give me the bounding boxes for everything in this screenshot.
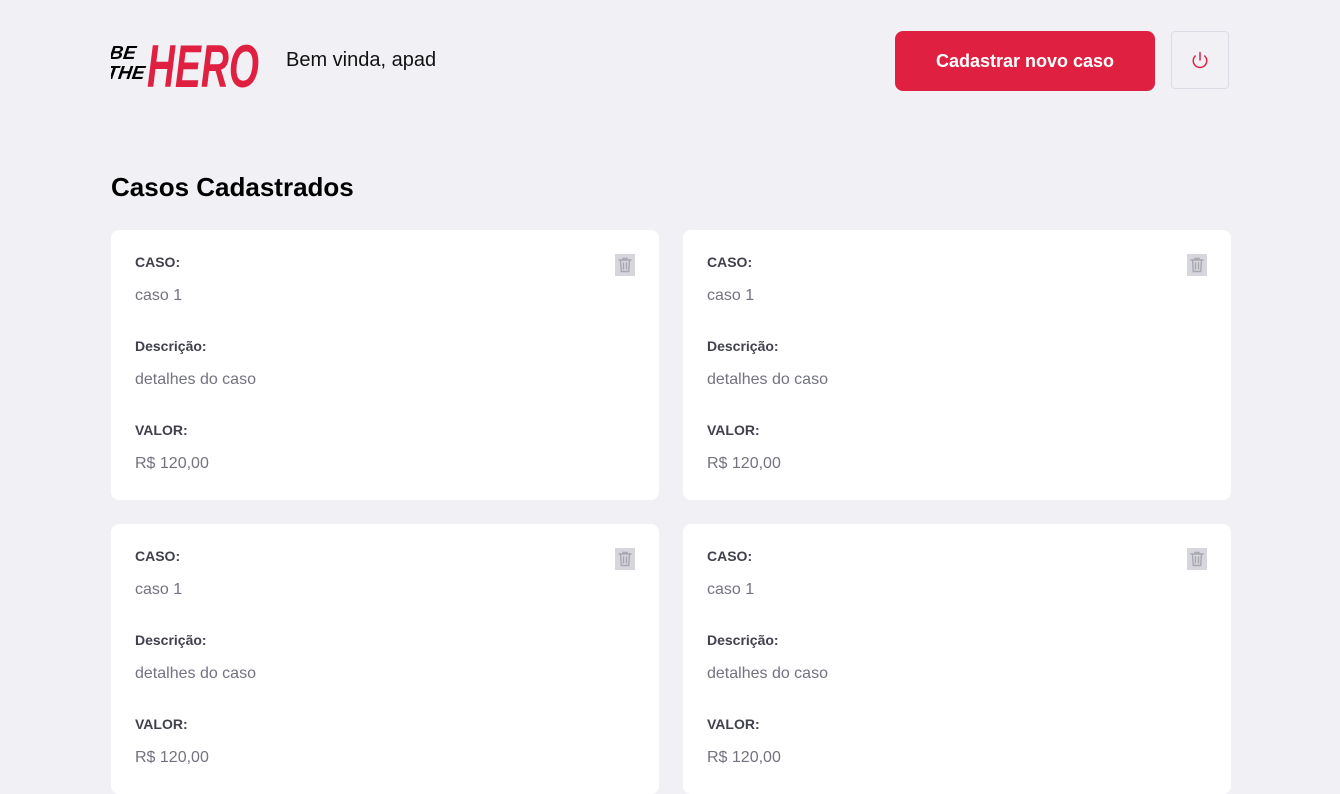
- case-value: caso 1: [135, 581, 183, 598]
- description-label: Descrição:: [707, 632, 779, 648]
- trash-icon: [1190, 551, 1204, 567]
- case-label: CASO:: [707, 254, 753, 270]
- logout-button[interactable]: [1171, 31, 1229, 89]
- trash-icon: [618, 551, 632, 567]
- value-label: VALOR:: [707, 716, 760, 732]
- case-card: CASO: caso 1 Descrição: detalhes do caso…: [683, 230, 1231, 500]
- case-label: CASO:: [135, 254, 181, 270]
- case-card: CASO: caso 1 Descrição: detalhes do caso…: [111, 230, 659, 500]
- page-title: Casos Cadastrados: [111, 172, 354, 202]
- new-case-button[interactable]: Cadastrar novo caso: [895, 31, 1155, 91]
- value-value: R$ 120,00: [707, 455, 781, 472]
- be-the-hero-logo: BE THE HERO: [111, 33, 259, 93]
- logo-text-the: THE: [111, 63, 147, 84]
- description-label: Descrição:: [135, 632, 207, 648]
- delete-case-button[interactable]: [615, 254, 635, 276]
- case-card: CASO: caso 1 Descrição: detalhes do caso…: [111, 524, 659, 794]
- description-value: detalhes do caso: [707, 665, 828, 682]
- description-value: detalhes do caso: [135, 371, 256, 388]
- header: BE THE HERO Bem vinda, apad Cadastrar no…: [111, 31, 1231, 93]
- trash-icon: [618, 257, 632, 273]
- trash-icon: [1190, 257, 1204, 273]
- greeting-text: Bem vinda, apad: [286, 49, 437, 71]
- delete-case-button[interactable]: [1187, 548, 1207, 570]
- case-label: CASO:: [707, 548, 753, 564]
- value-label: VALOR:: [135, 422, 188, 438]
- delete-case-button[interactable]: [615, 548, 635, 570]
- logo-text-be: BE: [111, 43, 139, 64]
- case-value: caso 1: [135, 287, 183, 304]
- description-label: Descrição:: [135, 338, 207, 354]
- value-value: R$ 120,00: [135, 455, 209, 472]
- description-label: Descrição:: [707, 338, 779, 354]
- case-card: CASO: caso 1 Descrição: detalhes do caso…: [683, 524, 1231, 794]
- logo-text-hero: HERO: [147, 33, 259, 93]
- value-value: R$ 120,00: [707, 749, 781, 766]
- description-value: detalhes do caso: [707, 371, 828, 388]
- description-value: detalhes do caso: [135, 665, 256, 682]
- case-label: CASO:: [135, 548, 181, 564]
- delete-case-button[interactable]: [1187, 254, 1207, 276]
- value-value: R$ 120,00: [135, 749, 209, 766]
- case-value: caso 1: [707, 581, 755, 598]
- power-icon: [1192, 51, 1208, 69]
- value-label: VALOR:: [135, 716, 188, 732]
- cases-list: CASO: caso 1 Descrição: detalhes do caso…: [111, 230, 1231, 794]
- case-value: caso 1: [707, 287, 755, 304]
- value-label: VALOR:: [707, 422, 760, 438]
